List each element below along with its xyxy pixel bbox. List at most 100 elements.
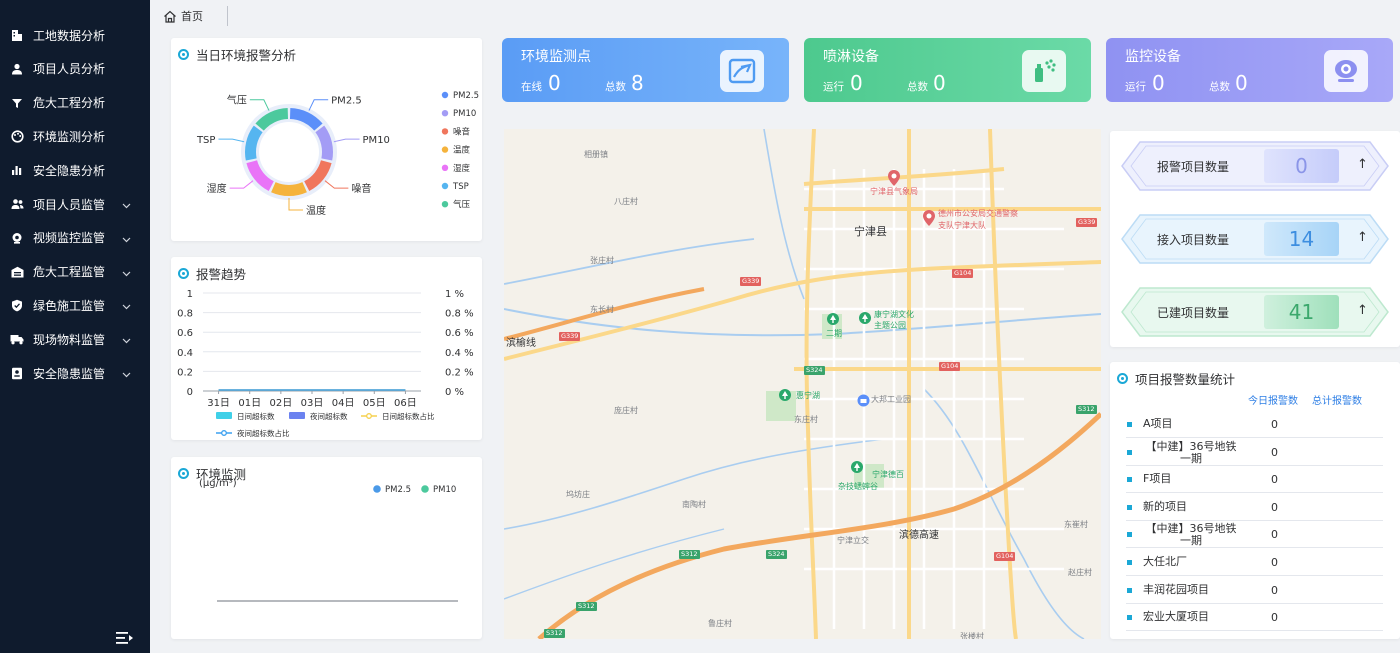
legend-label[interactable]: 日间超标数	[237, 411, 275, 421]
sidebar-item[interactable]: 危大工程分析	[0, 91, 150, 115]
table-row[interactable]: A项目 0	[1126, 411, 1383, 438]
park-pin-icon[interactable]	[858, 310, 872, 329]
map-place-label[interactable]: 东长村	[590, 304, 614, 315]
map-place-label[interactable]: 宁津县	[854, 223, 887, 239]
card-env-points[interactable]: 环境监测点 在线 0 总数 8	[502, 38, 789, 102]
factory-pin-icon[interactable]	[857, 392, 870, 411]
donut-slice-label: PM2.5	[331, 96, 362, 107]
legend-label[interactable]: PM2.5	[385, 485, 411, 495]
arrow-up-icon[interactable]: ↑	[1357, 157, 1368, 172]
map-pin-icon[interactable]	[887, 169, 901, 191]
map-place-label[interactable]: 东崔村	[1064, 519, 1088, 530]
legend-label[interactable]: 夜间超标数	[310, 411, 348, 421]
map-roads	[504, 129, 1101, 639]
map-place-label[interactable]: 张楼村	[960, 631, 984, 639]
sidebar-item[interactable]: 项目人员监管	[0, 192, 150, 216]
map-place-label[interactable]: 张庄村	[590, 255, 614, 266]
legend-label[interactable]: 气压	[453, 199, 471, 210]
map-place-label[interactable]: 相册镇	[584, 149, 608, 160]
sprinkler-icon	[1022, 50, 1066, 92]
map-pin-icon[interactable]	[922, 209, 936, 231]
y-left-tick-label: 0.4	[177, 348, 193, 359]
donut-slice-label: 气压	[227, 94, 247, 107]
legend-label[interactable]: 噪音	[453, 126, 471, 137]
map-place-label[interactable]: 康宁湖文化	[874, 309, 914, 320]
x-tick-label: 01日	[238, 398, 261, 409]
map-place-label[interactable]: 八庄村	[614, 196, 638, 207]
donut-slice-label: 温度	[306, 204, 326, 217]
arrow-up-icon[interactable]: ↑	[1357, 303, 1368, 318]
card-sprinkler[interactable]: 喷淋设备 运行 0 总数 0	[804, 38, 1091, 102]
legend-label[interactable]: 温度	[453, 145, 471, 156]
card-label: 运行	[1125, 81, 1146, 93]
map-place-label[interactable]: 宁津立交	[837, 535, 869, 546]
sidebar-item[interactable]: 工地数据分析	[0, 23, 150, 47]
header-today-alarms[interactable]: 今日报警数	[1248, 392, 1298, 407]
row-marker	[1127, 449, 1132, 455]
map-place-label[interactable]: 滨德高速	[899, 526, 939, 541]
stat-row[interactable]: 接入项目数量 14 ↑	[1120, 213, 1390, 265]
header-total-alarms[interactable]: 总计报警数	[1312, 392, 1362, 407]
table-row[interactable]: F项目 0	[1126, 466, 1383, 494]
map-place-label[interactable]: 主题公园	[874, 320, 906, 331]
y-right-tick-label: 0.4 %	[445, 348, 474, 359]
map-place-label[interactable]: 庞庄村	[614, 405, 638, 416]
legend-label[interactable]: 夜间超标数占比	[237, 428, 290, 438]
park-pin-icon[interactable]	[778, 387, 792, 406]
legend-label[interactable]: PM10	[453, 109, 476, 119]
legend-label[interactable]: TSP	[452, 182, 469, 192]
sidebar-item[interactable]: 绿色施工监管	[0, 293, 150, 317]
table-row[interactable]: 大任北厂 0	[1126, 549, 1383, 576]
map-view[interactable]: 相册镇 宁津县气象局 德州市公安局交通警察 支队宁津大队 宁津县 八庄村 张庄村 东长村 滨榆线…	[504, 129, 1101, 639]
legend-dot	[373, 485, 381, 493]
stat-label: 报警项目数量	[1157, 160, 1230, 174]
donut-leader-line	[218, 138, 245, 143]
sidebar-item[interactable]: 安全隐患监管	[0, 361, 150, 385]
table-row[interactable]: 新的项目 0	[1126, 494, 1383, 521]
table-row[interactable]: 丰润花园项目 0	[1126, 577, 1383, 604]
chevron-down-icon	[122, 333, 131, 347]
card-cameras[interactable]: 监控设备 运行 0 总数 0	[1106, 38, 1393, 102]
today-alarm-count: 0	[1271, 418, 1278, 431]
table-row[interactable]: 宏业大厦项目 0	[1126, 604, 1383, 632]
truck-icon	[10, 332, 24, 346]
map-place-label[interactable]: 南陶村	[682, 499, 706, 510]
webcam-icon	[1324, 50, 1368, 92]
arrow-up-icon[interactable]: ↑	[1357, 230, 1368, 245]
map-place-label[interactable]: 德州市公安局交通警察	[938, 208, 1018, 219]
table-row[interactable]: 【中建】36号地铁一期 0	[1126, 521, 1383, 549]
map-place-label[interactable]: 惠宁湖	[796, 390, 820, 401]
map-place-label[interactable]: 支队宁津大队	[938, 220, 986, 231]
sidebar-item[interactable]: 视频监控监管	[0, 226, 150, 250]
sidebar-item[interactable]: 项目人员分析	[0, 57, 150, 81]
map-place-label[interactable]: 坞坊庄	[566, 489, 590, 500]
park-pin-icon[interactable]	[850, 459, 864, 478]
legend-label[interactable]: 日间超标数占比	[382, 411, 435, 421]
sidebar-item[interactable]: 现场物料监管	[0, 327, 150, 351]
map-place-label[interactable]: 鲁庄村	[708, 618, 732, 629]
map-place-label[interactable]: 宁津德百	[872, 469, 904, 480]
map-place-label[interactable]: 滨榆线	[506, 334, 536, 349]
stat-row[interactable]: 已建项目数量 41 ↑	[1120, 286, 1390, 338]
collapse-menu-icon[interactable]	[116, 630, 134, 649]
map-place-label[interactable]: 赵庄村	[1068, 567, 1092, 578]
sidebar-item[interactable]: 危大工程监管	[0, 260, 150, 284]
y-left-tick-label: 0.8	[177, 309, 193, 320]
road-shield: S312	[679, 550, 700, 559]
tab-home[interactable]: 首页	[163, 5, 203, 27]
sidebar-item[interactable]: 环境监测分析	[0, 124, 150, 148]
sidebar-item[interactable]: 安全隐患分析	[0, 158, 150, 182]
stat-row[interactable]: 报警项目数量 0 ↑	[1120, 140, 1390, 192]
tab-home-label: 首页	[181, 10, 203, 23]
park-pin-icon[interactable]	[826, 311, 840, 330]
donut-leader-line	[333, 138, 360, 143]
legend-label[interactable]: PM10	[433, 485, 456, 495]
legend-label[interactable]: PM2.5	[453, 91, 479, 101]
project-alarm-title: 项目报警数量统计	[1117, 369, 1235, 388]
map-place-label[interactable]: 杂技蟋蟀谷	[838, 481, 878, 492]
map-place-label[interactable]: 大邦工业园	[871, 394, 911, 405]
legend-label[interactable]: 湿度	[453, 163, 471, 174]
table-row[interactable]: 【中建】36号地铁一期 0	[1126, 439, 1383, 466]
y-left-tick-label: 0.6	[177, 328, 193, 339]
map-place-label[interactable]: 东庄村	[794, 414, 818, 425]
